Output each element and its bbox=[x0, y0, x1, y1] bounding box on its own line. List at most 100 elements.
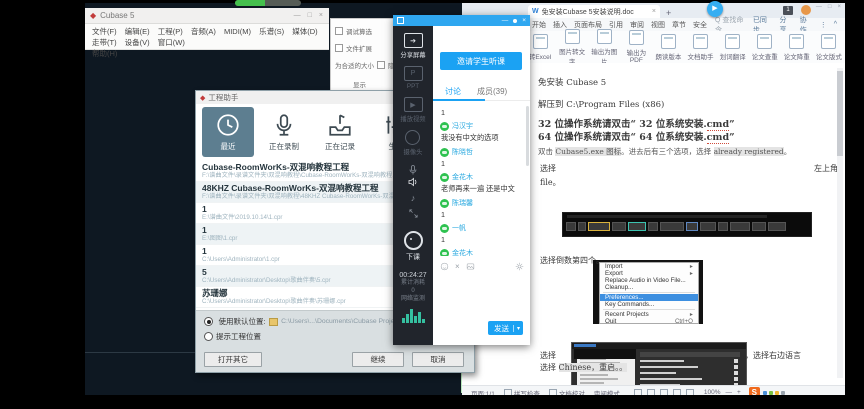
menu-item: Export▸ bbox=[600, 270, 698, 277]
document-tab[interactable]: W 免安装Cubase 5安装说明.doc × bbox=[528, 5, 660, 18]
input-method-toolbar[interactable] bbox=[763, 391, 785, 395]
tool-doc-assistant[interactable]: 文档助手 bbox=[684, 34, 716, 61]
to-excel-icon bbox=[533, 34, 548, 49]
minimize-icon[interactable]: — bbox=[816, 4, 822, 10]
menu-section[interactable]: 章节 bbox=[672, 20, 686, 30]
continue-button[interactable]: 继续 bbox=[352, 352, 404, 367]
menu-transport[interactable]: 走带(T) bbox=[92, 38, 117, 47]
user-avatar[interactable] bbox=[801, 5, 811, 15]
invite-students-button[interactable]: 邀请学生听课 bbox=[440, 52, 522, 70]
doc-scrollbar-thumb[interactable] bbox=[837, 71, 843, 156]
menu-file[interactable]: 文件(F) bbox=[92, 27, 117, 36]
minimize-icon[interactable]: — bbox=[502, 17, 509, 24]
chat-messages[interactable]: 1 冯汉宇 我没有中文的选项 陈晓哲 1 金花木 老师再来一遍 还是中文 陈瑞馨… bbox=[440, 106, 524, 256]
proofread-toggle[interactable]: 文档校对 bbox=[549, 388, 585, 396]
avatar bbox=[440, 224, 449, 233]
speaker-icon[interactable] bbox=[407, 176, 419, 188]
chat-message: 一帆 1 bbox=[440, 223, 524, 244]
edit-view-icon[interactable] bbox=[660, 389, 668, 396]
gear-icon[interactable] bbox=[515, 262, 524, 271]
menu-view[interactable]: 视图 bbox=[651, 20, 665, 30]
menu-start[interactable]: 开始 bbox=[532, 20, 546, 30]
tool-translate[interactable]: 划词翻译 bbox=[717, 34, 749, 61]
chat-scrollbar-thumb[interactable] bbox=[526, 106, 529, 166]
microphone-icon[interactable] bbox=[407, 164, 419, 176]
app-icon bbox=[397, 17, 404, 24]
send-button[interactable]: 发送 ▾ bbox=[488, 321, 523, 335]
page-view-icon[interactable] bbox=[647, 389, 655, 396]
music-icon[interactable]: ♪ bbox=[411, 193, 416, 203]
image-icon[interactable] bbox=[466, 262, 475, 271]
classroom-titlebar[interactable]: — × bbox=[393, 15, 530, 26]
cubase-menubar: 文件(F) 编辑(E) 工程(P) 音频(A) MIDI(M) 乐谱(S) 媒体… bbox=[85, 24, 329, 50]
fullscreen-view-icon[interactable] bbox=[634, 389, 642, 396]
menu-help[interactable]: 帮助(H) bbox=[92, 49, 117, 58]
send-options-caret[interactable]: ▾ bbox=[513, 325, 520, 332]
tool-export-pdf[interactable]: 输出为PDF bbox=[620, 30, 652, 64]
menu-window[interactable]: 窗口(W) bbox=[158, 38, 185, 47]
floating-play-button[interactable]: ▶ bbox=[707, 1, 723, 17]
zoom-out-button[interactable]: — bbox=[725, 389, 732, 395]
zoom-level[interactable]: 100% bbox=[704, 389, 721, 395]
spellcheck-icon bbox=[504, 389, 512, 396]
menu-score[interactable]: 乐谱(S) bbox=[259, 27, 284, 36]
tab-discussion[interactable]: 讨论 bbox=[445, 86, 461, 97]
sogou-input-icon[interactable]: S bbox=[749, 387, 760, 395]
tab-recent[interactable]: 最近 bbox=[202, 107, 254, 157]
end-class-button[interactable]: 下课 bbox=[404, 231, 423, 262]
chat-message: 陈晓哲 1 bbox=[440, 147, 524, 168]
tool-export-image[interactable]: 输出为图片 bbox=[588, 29, 620, 66]
checkbox[interactable] bbox=[335, 27, 343, 35]
tool-paper-check[interactable]: 论文查重 bbox=[749, 34, 781, 61]
close-icon[interactable]: × bbox=[837, 4, 841, 10]
tool-image-to-text[interactable]: 图片转文字 bbox=[556, 29, 588, 66]
more-vertical-icon[interactable]: ⋮ bbox=[820, 21, 827, 29]
tool-read-aloud[interactable]: 朗读版本 bbox=[652, 34, 684, 61]
menu-midi[interactable]: MIDI(M) bbox=[224, 27, 251, 36]
review-mode[interactable]: 审阅模式 bbox=[594, 388, 620, 396]
close-tab-icon[interactable]: × bbox=[652, 8, 656, 15]
chat-message: 1 bbox=[440, 108, 524, 117]
pin-icon[interactable] bbox=[513, 19, 517, 23]
outline-view-icon[interactable] bbox=[673, 389, 681, 396]
cancel-button[interactable]: 取消 bbox=[412, 352, 464, 367]
menu-review[interactable]: 审阅 bbox=[630, 20, 644, 30]
play-video-button[interactable]: ▶ 播放视频 bbox=[400, 97, 425, 123]
menu-devices[interactable]: 设备(V) bbox=[125, 38, 150, 47]
tool-paper-reduce[interactable]: 论文降重 bbox=[781, 34, 813, 61]
ppt-button[interactable]: P PPT bbox=[404, 66, 423, 90]
close-icon[interactable]: × bbox=[319, 12, 323, 19]
close-icon[interactable]: × bbox=[522, 17, 526, 24]
tab-scoring[interactable]: 正在记录 bbox=[314, 107, 366, 157]
search-icon: Q bbox=[715, 17, 720, 24]
checkbox[interactable] bbox=[377, 61, 385, 69]
cubase-titlebar[interactable]: ◆ Cubase 5 — □ × bbox=[85, 8, 329, 24]
share-screen-icon: ➔ bbox=[404, 33, 423, 48]
web-view-icon[interactable] bbox=[686, 389, 694, 396]
tool-paper-format[interactable]: 论文版式 bbox=[813, 34, 845, 61]
menu-audio[interactable]: 音频(A) bbox=[191, 27, 216, 36]
emoji-icon[interactable] bbox=[440, 262, 449, 271]
checkbox[interactable] bbox=[335, 44, 343, 52]
expand-icon[interactable] bbox=[408, 208, 419, 219]
collapse-ribbon-icon[interactable]: ^ bbox=[834, 21, 837, 28]
new-tab-button[interactable]: + bbox=[666, 8, 671, 18]
doc-line: 双击 Cubase5.exe 图标。进去后有三个选项，选择 already re… bbox=[538, 146, 791, 157]
open-other-button[interactable]: 打开其它 bbox=[204, 352, 262, 367]
menu-media[interactable]: 媒体(D) bbox=[292, 27, 317, 36]
camera-button[interactable]: 摄像头 bbox=[404, 130, 423, 156]
cut-icon[interactable]: × bbox=[455, 262, 460, 271]
maximize-icon[interactable]: □ bbox=[828, 4, 832, 10]
menu-edit[interactable]: 编辑(E) bbox=[125, 27, 150, 36]
spellcheck-toggle[interactable]: 拼写检查 bbox=[504, 388, 540, 396]
tab-recording[interactable]: 正在录制 bbox=[258, 107, 310, 157]
zoom-in-button[interactable]: + bbox=[737, 389, 741, 395]
share-screen-button[interactable]: ➔ 分享屏幕 bbox=[400, 33, 425, 59]
radio-prompt-location[interactable] bbox=[204, 332, 213, 341]
tab-members[interactable]: 成员(39) bbox=[477, 86, 507, 97]
minimize-icon[interactable]: — bbox=[294, 12, 301, 19]
menu-security[interactable]: 安全 bbox=[693, 20, 707, 30]
menu-project[interactable]: 工程(P) bbox=[158, 27, 183, 36]
maximize-icon[interactable]: □ bbox=[308, 12, 312, 19]
radio-default-location[interactable] bbox=[204, 317, 213, 326]
